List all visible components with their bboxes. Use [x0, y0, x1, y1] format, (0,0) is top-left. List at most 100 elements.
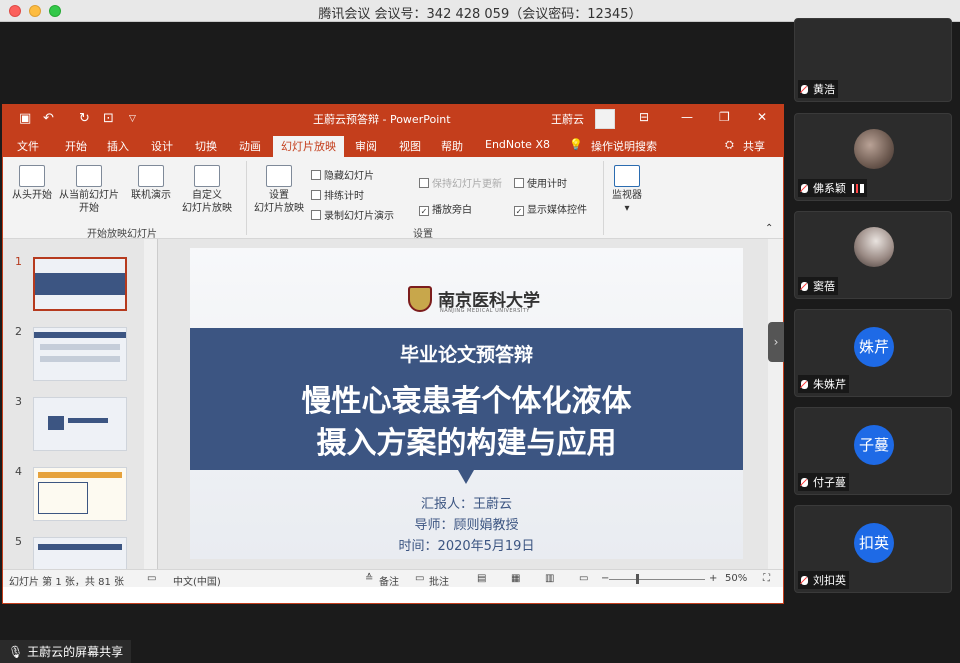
- tab-animations[interactable]: 动画: [239, 138, 261, 154]
- tab-view[interactable]: 视图: [399, 138, 421, 154]
- thumb-line: [68, 418, 108, 423]
- thumbnail-slide-3[interactable]: [33, 397, 127, 451]
- screen-share-status: 🎙 王蔚云的屏幕共享: [0, 640, 132, 663]
- close-icon[interactable]: ✕: [757, 110, 767, 124]
- slide-scrollbar[interactable]: [768, 239, 783, 569]
- reading-view-icon[interactable]: ▥: [545, 573, 554, 584]
- thumb-band: [38, 472, 122, 478]
- mic-muted-icon: [801, 184, 808, 193]
- zoom-in-icon[interactable]: +: [709, 573, 717, 584]
- globe-icon: [138, 165, 164, 187]
- slide-thumbnail-pane: 1 2 3 4 5: [3, 239, 158, 569]
- participant-name: 付子蔓: [798, 473, 849, 491]
- use-timings-checkbox[interactable]: 使用计时: [514, 175, 567, 190]
- zoom-level[interactable]: 50%: [725, 573, 747, 584]
- screen-share-area: ▣ ↶ ↻ ⊡ ▽ 王蔚云预答辩 - PowerPoint 王蔚云 ⊟ — ❐ …: [0, 22, 786, 663]
- current-slide[interactable]: 南京医科大学 NANJING MEDICAL UNIVERSITY 毕业论文预答…: [190, 248, 743, 559]
- monitor-button[interactable]: 监视器 ▾: [607, 165, 647, 215]
- mic-muted-icon: [801, 478, 808, 487]
- tab-slide-show[interactable]: 幻灯片放映: [273, 136, 344, 158]
- slideshow-view-icon[interactable]: ▭: [579, 573, 588, 584]
- thumb-number: 4: [15, 465, 22, 478]
- minimize-icon[interactable]: —: [681, 110, 693, 124]
- thumbnail-slide-2[interactable]: [33, 327, 127, 381]
- expand-sidebar-arrow[interactable]: ›: [768, 322, 784, 362]
- record-slideshow-button[interactable]: 录制幻灯片演示: [311, 207, 394, 222]
- thumb-block: [48, 416, 64, 430]
- keep-updated-checkbox[interactable]: 保持幻灯片更新: [419, 175, 502, 190]
- mic-icon: 🎙: [8, 645, 24, 659]
- participant-tile[interactable]: 黄浩: [794, 18, 952, 102]
- participant-tile[interactable]: 窦蓓: [794, 211, 952, 299]
- notes-button[interactable]: 备注: [379, 573, 399, 588]
- record-icon: [311, 210, 321, 220]
- accessibility-icon[interactable]: ▭: [147, 573, 156, 584]
- tab-insert[interactable]: 插入: [107, 138, 129, 154]
- thumb-band: [35, 273, 125, 295]
- checkbox-checked-icon: ✓: [419, 206, 429, 216]
- language-status[interactable]: 中文(中国): [173, 573, 221, 588]
- fit-to-window-icon[interactable]: ⛶: [763, 573, 770, 584]
- from-beginning-button[interactable]: 从头开始: [9, 165, 55, 202]
- monitor-icon: [614, 165, 640, 187]
- present-online-button[interactable]: 联机演示: [127, 165, 175, 202]
- university-logo-icon: [408, 286, 432, 312]
- participant-tile[interactable]: 子蔓 付子蔓: [794, 407, 952, 495]
- rehearse-timings-button[interactable]: 排练计时: [311, 187, 364, 202]
- share-button[interactable]: 共享: [743, 138, 765, 154]
- tab-file[interactable]: 文件: [17, 138, 39, 154]
- ribbon-separator: [246, 161, 247, 235]
- share-icon[interactable]: ⛭: [725, 138, 734, 152]
- chevron-down-icon: ▾: [624, 203, 630, 214]
- hide-slide-button[interactable]: 隐藏幻灯片: [311, 167, 374, 182]
- present-icon[interactable]: ⊡: [103, 111, 114, 126]
- comments-button[interactable]: 批注: [429, 573, 449, 588]
- customize-toolbar-icon[interactable]: ▽: [129, 114, 136, 124]
- ribbon-display-options-icon[interactable]: ⊟: [639, 110, 649, 124]
- tab-endnote[interactable]: EndNote X8: [485, 138, 550, 151]
- thumbnail-slide-1[interactable]: [33, 257, 127, 311]
- slideshow-play-icon: [19, 165, 45, 187]
- thumbnail-slide-4[interactable]: [33, 467, 127, 521]
- slideshow-current-icon: [76, 165, 102, 187]
- from-current-slide-button[interactable]: 从当前幻灯片 开始: [55, 165, 123, 215]
- tab-help[interactable]: 帮助: [441, 138, 463, 154]
- tab-home[interactable]: 开始: [65, 138, 87, 154]
- normal-view-icon[interactable]: ▤: [477, 573, 486, 584]
- setup-slideshow-button[interactable]: 设置 幻灯片放映: [251, 165, 307, 215]
- zoom-slider[interactable]: [609, 579, 705, 580]
- participant-tile[interactable]: 佛系颖: [794, 113, 952, 201]
- undo-icon[interactable]: ↶: [43, 111, 54, 126]
- group-label-setup: 设置: [413, 229, 433, 240]
- tab-review[interactable]: 审阅: [355, 138, 377, 154]
- slide-sorter-icon[interactable]: ▦: [511, 573, 520, 584]
- tab-design[interactable]: 设计: [151, 138, 173, 154]
- avatar: 姝芹: [854, 327, 894, 367]
- status-bar: 幻灯片 第 1 张，共 81 张 ▭ 中文(中国) ≙ 备注 ▭ 批注 ▤ ▦ …: [3, 569, 783, 588]
- tell-me-search[interactable]: 操作说明搜索: [591, 138, 657, 154]
- thumb-number: 2: [15, 325, 22, 338]
- setup-icon: [266, 165, 292, 187]
- ribbon-tabs: 文件 开始 插入 设计 切换 动画 幻灯片放映 审阅 视图 帮助 EndNote…: [3, 133, 783, 158]
- band-notch: [458, 470, 474, 484]
- redo-icon[interactable]: ↻: [79, 111, 90, 126]
- slide-count: 幻灯片 第 1 张，共 81 张: [9, 577, 124, 588]
- participant-tile[interactable]: 扣英 刘扣英: [794, 505, 952, 593]
- thumbnail-scrollbar[interactable]: [144, 239, 157, 569]
- thumb-number: 5: [15, 535, 22, 548]
- play-narrations-checkbox[interactable]: ✓ 播放旁白: [419, 201, 472, 216]
- collapse-ribbon-icon[interactable]: ⌃: [765, 223, 773, 234]
- media-controls-checkbox[interactable]: ✓ 显示媒体控件: [514, 201, 587, 216]
- participant-tile[interactable]: 姝芹 朱姝芹: [794, 309, 952, 397]
- zoom-slider-knob[interactable]: [636, 574, 639, 584]
- avatar[interactable]: [595, 109, 615, 129]
- mic-muted-icon: [801, 85, 808, 94]
- save-icon[interactable]: ▣: [19, 111, 31, 126]
- participant-name: 刘扣英: [798, 571, 849, 589]
- tab-transitions[interactable]: 切换: [195, 138, 217, 154]
- participant-name: 黄浩: [798, 80, 838, 98]
- thumbnail-slide-5[interactable]: [33, 537, 127, 569]
- restore-icon[interactable]: ❐: [719, 110, 730, 124]
- powerpoint-window: ▣ ↶ ↻ ⊡ ▽ 王蔚云预答辩 - PowerPoint 王蔚云 ⊟ — ❐ …: [2, 104, 784, 604]
- custom-slideshow-button[interactable]: 自定义 幻灯片放映: [175, 165, 239, 215]
